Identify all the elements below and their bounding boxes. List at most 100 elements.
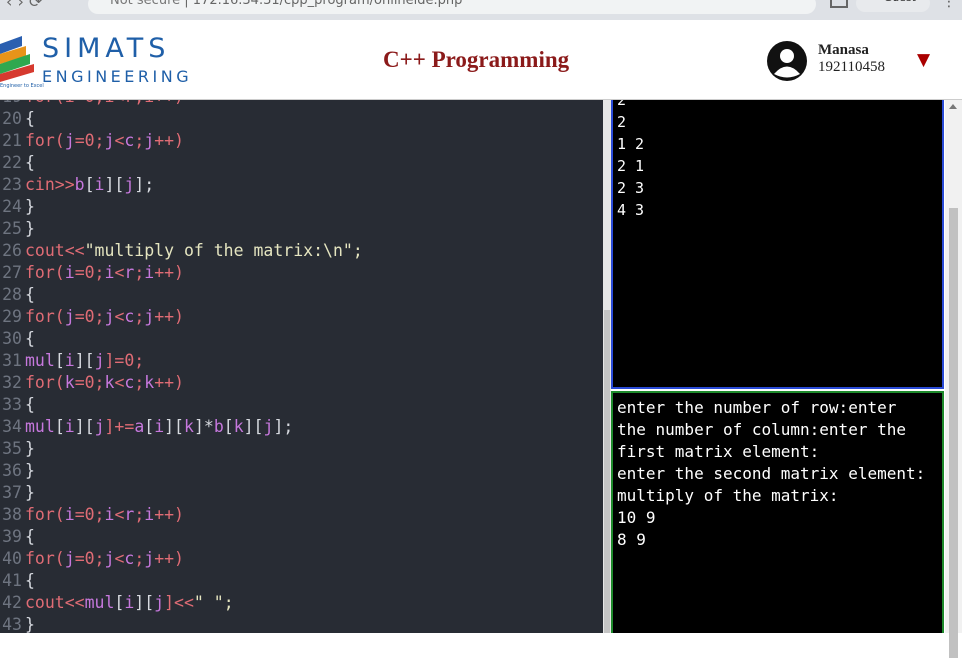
code-line[interactable]: 43} xyxy=(0,614,35,633)
code-token: r xyxy=(124,263,135,282)
code-token: j xyxy=(104,549,115,568)
code-text: for(i=0;i<r;i++) xyxy=(22,505,184,524)
code-token: i xyxy=(104,263,115,282)
code-line[interactable]: 21 for(j=0;j<c;j++) xyxy=(0,130,184,152)
line-number: 30 xyxy=(2,329,22,348)
code-token: { xyxy=(25,527,35,546)
scroll-up-arrow-icon[interactable] xyxy=(949,104,957,109)
code-line[interactable]: 29 for(j=0;j<c;j++) xyxy=(0,306,184,328)
input-line: 4 3 xyxy=(617,201,645,219)
line-number: 37 xyxy=(2,483,22,502)
code-token: j xyxy=(64,131,75,150)
code-line[interactable]: 37} xyxy=(0,482,35,504)
page-scroll-thumb[interactable] xyxy=(949,208,958,658)
code-line[interactable]: 28{ xyxy=(0,284,35,306)
output-line: multiply of the matrix: xyxy=(617,486,839,505)
code-token: } xyxy=(25,615,35,633)
code-line[interactable]: 24} xyxy=(0,196,35,218)
code-line[interactable]: 33{ xyxy=(0,394,35,416)
code-text: { xyxy=(22,285,35,304)
user-name: Manasa xyxy=(818,42,869,58)
code-token: [ xyxy=(144,417,155,436)
line-number: 27 xyxy=(2,263,22,282)
line-number: 20 xyxy=(2,109,22,128)
code-line[interactable]: 20{ xyxy=(0,108,35,130)
code-text: cout<<mul[i][j]<<" "; xyxy=(22,593,234,612)
code-text: } xyxy=(22,219,35,238)
code-token: { xyxy=(25,571,35,590)
line-number: 34 xyxy=(2,417,22,436)
panel-splitter-scrollbar[interactable] xyxy=(603,100,611,633)
code-token: b xyxy=(213,417,224,436)
code-line[interactable]: 38 for(i=0;i<r;i++) xyxy=(0,504,184,526)
code-line[interactable]: 35} xyxy=(0,438,35,460)
logo-tagline: Engineer to Excel xyxy=(0,83,44,89)
code-token: j xyxy=(64,549,75,568)
splitter-scroll-thumb[interactable] xyxy=(604,310,610,633)
code-token: j xyxy=(94,351,105,370)
line-number: 19 xyxy=(0,100,22,108)
line-number: 32 xyxy=(2,373,22,392)
code-token: for(i=0;i<r;i++) xyxy=(25,100,184,106)
code-text: { xyxy=(22,329,35,348)
code-line[interactable]: 42 cout<<mul[i][j]<<" "; xyxy=(0,592,234,614)
code-token: c xyxy=(124,549,135,568)
code-token: j xyxy=(154,593,165,612)
code-line[interactable]: 40 for(j=0;j<c;j++) xyxy=(0,548,184,570)
code-token: { xyxy=(25,109,35,128)
code-line[interactable]: 41{ xyxy=(0,570,35,592)
code-token: } xyxy=(25,197,35,216)
code-token: [ xyxy=(84,175,95,194)
program-input-panel[interactable]: 2 2 1 2 2 1 2 3 4 3 xyxy=(611,100,944,389)
input-line: 2 xyxy=(617,113,627,131)
window-icon[interactable] xyxy=(830,0,848,8)
code-editor[interactable]: 19for(i=0;i<r;i++)20{21for(j=0;j<c;j++)2… xyxy=(0,100,603,633)
code-token: for( xyxy=(25,307,65,326)
line-number: 23 xyxy=(2,175,22,194)
code-line[interactable]: 23 cin>>b[i][j]; xyxy=(0,174,154,196)
code-token: for( xyxy=(25,505,65,524)
code-line[interactable]: 39{ xyxy=(0,526,35,548)
line-number: 31 xyxy=(2,351,22,370)
code-line[interactable]: 32 for(k=0;k<c;k++) xyxy=(0,372,184,394)
user-menu-dropdown-icon[interactable]: ▼ xyxy=(917,50,930,70)
code-token: ++) xyxy=(154,263,184,282)
code-token: ][ xyxy=(243,417,264,436)
code-token: ++) xyxy=(154,307,184,326)
code-line[interactable]: 26 cout<<"multiply of the matrix:\n"; xyxy=(0,240,363,262)
code-token: < xyxy=(114,307,125,326)
code-token: =0; xyxy=(74,373,105,392)
code-token: j xyxy=(144,549,155,568)
user-avatar-icon[interactable] xyxy=(767,41,807,81)
address-bar[interactable]: Not secure | 172.16.34.31/cpp_program/on… xyxy=(88,0,816,14)
code-line[interactable]: 34 mul[i][j]+=a[i][k]*b[k][j]; xyxy=(0,416,293,438)
code-line[interactable]: 22{ xyxy=(0,152,35,174)
code-line[interactable]: 19for(i=0;i<r;i++) xyxy=(0,100,184,108)
code-line[interactable]: 27 for(i=0;i<r;i++) xyxy=(0,262,184,284)
code-token: =0; xyxy=(74,505,105,524)
code-line[interactable]: 36} xyxy=(0,460,35,482)
code-token: j xyxy=(94,417,105,436)
code-token: a xyxy=(134,417,145,436)
code-token: j xyxy=(263,417,274,436)
input-line: 2 1 xyxy=(617,157,645,175)
code-token: < xyxy=(114,549,125,568)
code-line[interactable]: 31 mul[i][j]=0; xyxy=(0,350,144,372)
code-line[interactable]: 25} xyxy=(0,218,35,240)
code-token: } xyxy=(25,483,35,502)
code-token: ; xyxy=(134,131,145,150)
code-token: ][ xyxy=(74,417,95,436)
browser-menu-icon[interactable]: ⋮ xyxy=(942,0,956,10)
code-token: i xyxy=(144,263,155,282)
line-number: 43 xyxy=(2,615,22,633)
page-scrollbar[interactable] xyxy=(945,100,962,658)
back-forward-reload-icons[interactable]: ‹ › ⟳ xyxy=(6,0,42,11)
line-number: 35 xyxy=(2,439,22,458)
code-line[interactable]: 30{ xyxy=(0,328,35,350)
code-token: i xyxy=(104,505,115,524)
code-token: k xyxy=(233,417,244,436)
line-number: 38 xyxy=(2,505,22,524)
line-number: 24 xyxy=(2,197,22,216)
profile-button[interactable]: Guest xyxy=(856,0,930,12)
code-token: ]; xyxy=(134,175,155,194)
